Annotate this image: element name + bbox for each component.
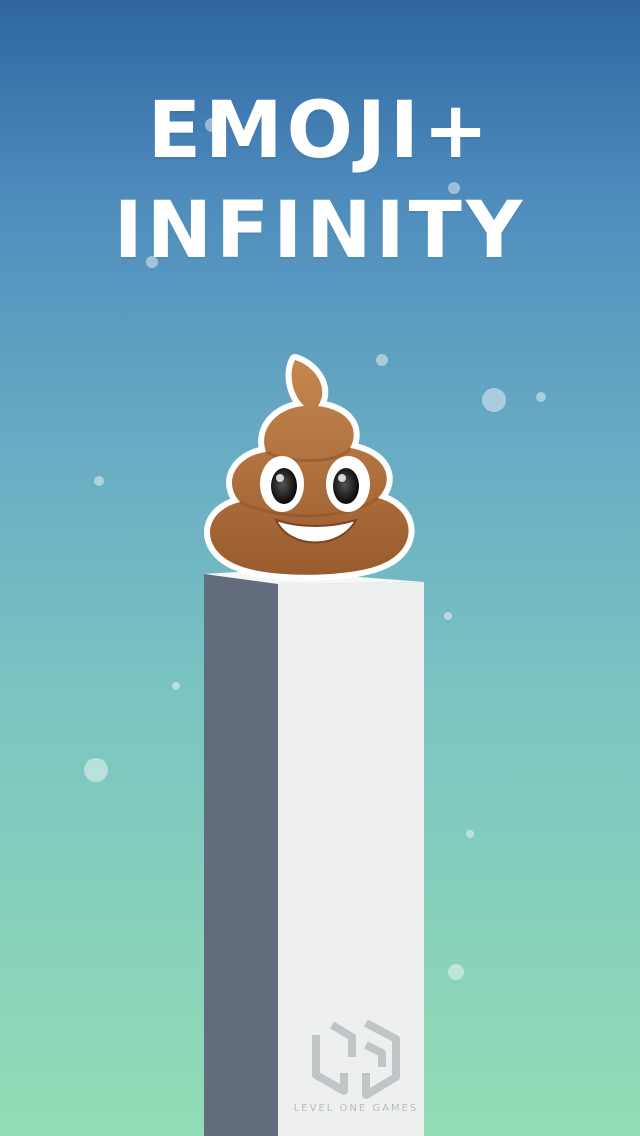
pillar-side-face — [204, 574, 278, 1136]
level-one-games-logo-mark-icon — [312, 1019, 400, 1099]
pile-of-poo-emoji-icon[interactable] — [200, 352, 440, 584]
game-screen[interactable]: EMOJI+ INFINITY LEVEL ONE GAMES — [0, 0, 640, 1136]
publisher-logo-text: LEVEL ONE GAMES — [293, 1103, 419, 1114]
level-one-games-logo: LEVEL ONE GAMES — [286, 1015, 426, 1125]
